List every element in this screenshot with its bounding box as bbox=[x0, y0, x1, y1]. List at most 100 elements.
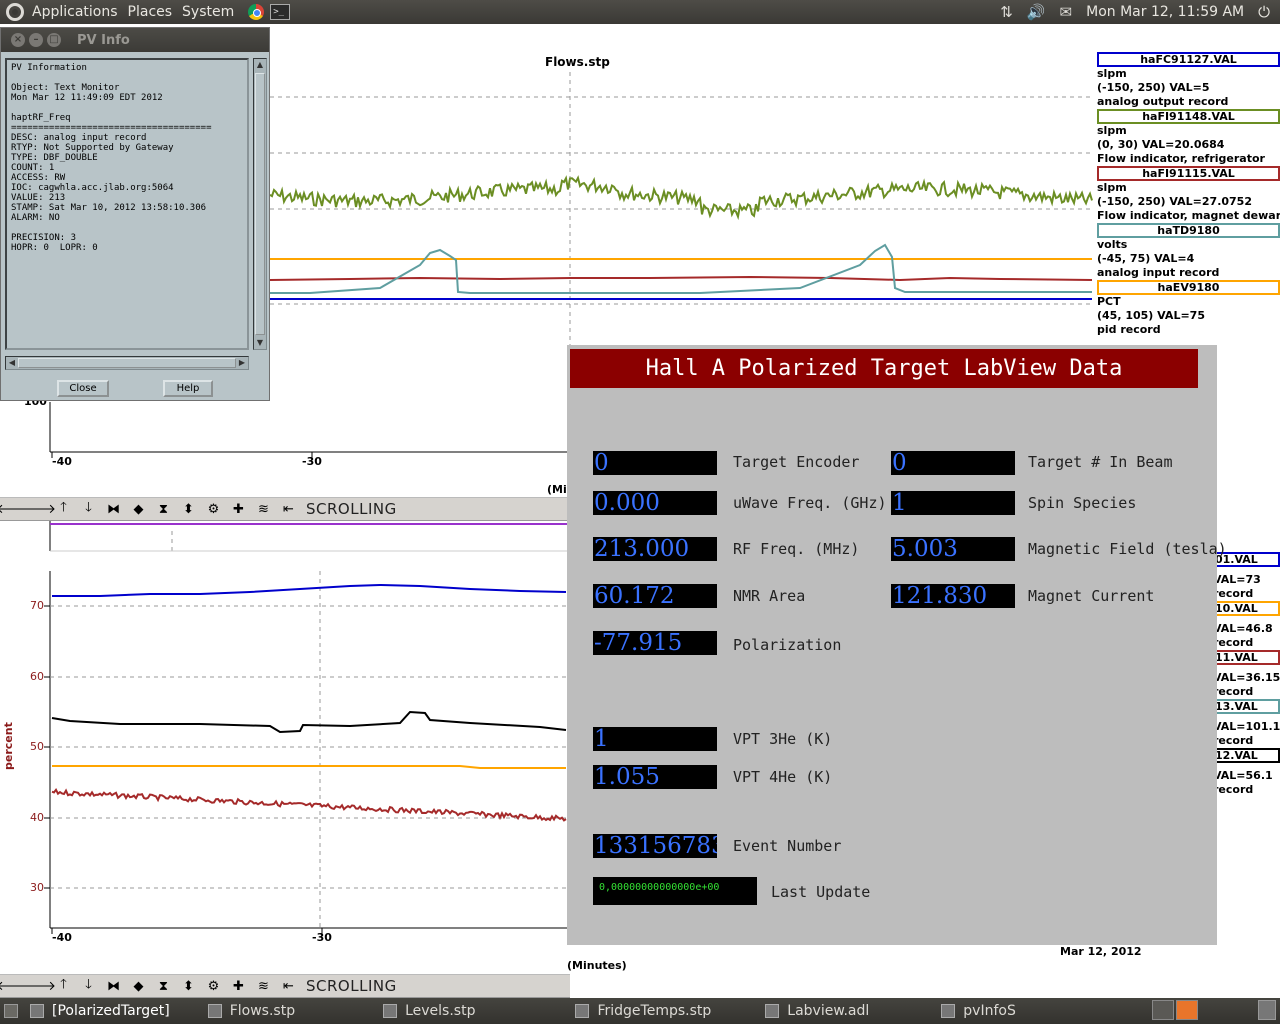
scroll-right-icon[interactable]: 🡒 bbox=[21, 499, 56, 519]
legend-entry[interactable]: haFI91148.VAL slpm (0, 30) VAL=20.0684 F… bbox=[1097, 109, 1280, 166]
legend-desc: Flow indicator, refrigerator bbox=[1097, 152, 1265, 165]
legend-entry[interactable]: 11.VAL VAL=36.1572 record bbox=[1213, 650, 1280, 699]
chromium-launcher-icon[interactable] bbox=[248, 4, 265, 20]
legend-name: 12.VAL bbox=[1213, 748, 1280, 763]
crosshair-icon[interactable]: ✚ bbox=[227, 499, 250, 519]
legend-entry[interactable]: 13.VAL VAL=101.1 record bbox=[1213, 699, 1280, 748]
date-label: Mar 12, 2012 bbox=[1060, 945, 1142, 958]
y-axis-label: percent bbox=[2, 722, 15, 770]
scroll-up-icon[interactable]: 🡑 bbox=[52, 499, 75, 519]
workspace-switcher bbox=[1152, 1000, 1200, 1020]
terminal-launcher-icon[interactable]: >_ bbox=[270, 4, 291, 20]
zoom-in-y-icon[interactable]: ⧗ bbox=[152, 499, 175, 519]
workspace-2[interactable] bbox=[1176, 1000, 1198, 1020]
zoom-in-x-icon[interactable]: ⧓ bbox=[102, 976, 125, 996]
scroll-thumb[interactable] bbox=[255, 73, 265, 335]
scroll-down-icon[interactable]: 🡓 bbox=[77, 976, 100, 996]
legend-desc: analog output record bbox=[1097, 95, 1229, 108]
config-icon[interactable]: ⚙ bbox=[202, 499, 225, 519]
vpt-4he-label: VPT 4He (K) bbox=[733, 768, 833, 786]
pv-info-titlebar[interactable]: × – □ PV Info bbox=[1, 28, 269, 52]
ubuntu-logo-icon[interactable] bbox=[6, 3, 24, 21]
autoscale-icon[interactable]: ≋ bbox=[252, 499, 275, 519]
show-desktop-icon[interactable] bbox=[4, 1004, 18, 1018]
scroll-thumb[interactable] bbox=[18, 358, 236, 368]
power-icon[interactable]: ⏻ bbox=[1258, 3, 1270, 21]
scroll-down-arrow-icon[interactable]: ▼ bbox=[255, 337, 265, 349]
task-polarized-target[interactable]: [PolarizedTarget] bbox=[30, 998, 180, 1024]
system-tray: ⇅ 🔊 ✉ Mon Mar 12, 11:59 AM ⏻ bbox=[1000, 0, 1280, 24]
legend-entry[interactable]: 10.VAL VAL=46.8 record bbox=[1213, 601, 1280, 650]
system-menu[interactable]: System bbox=[182, 4, 234, 20]
legend-unit: slpm bbox=[1097, 67, 1127, 80]
task-label: Labview.adl bbox=[787, 1003, 870, 1019]
scroll-left-arrow-icon[interactable]: ◀ bbox=[6, 357, 18, 369]
close-window-icon[interactable]: × bbox=[11, 33, 25, 47]
applications-menu[interactable]: Applications bbox=[32, 4, 118, 20]
legend-value: VAL=56.1 bbox=[1213, 769, 1273, 782]
polarization-label: Polarization bbox=[733, 636, 842, 654]
volume-icon[interactable]: 🔊 bbox=[1027, 3, 1046, 21]
scroll-right-icon[interactable]: 🡒 bbox=[21, 976, 56, 996]
legend-entry[interactable]: haFI91115.VAL slpm (-150, 250) VAL=27.07… bbox=[1097, 166, 1280, 223]
pv-info-text[interactable]: PV Information Object: Text Monitor Mon … bbox=[5, 58, 249, 350]
places-menu[interactable]: Places bbox=[128, 4, 173, 20]
bottom-taskbar: [PolarizedTarget] Flows.stp Levels.stp F… bbox=[0, 998, 1280, 1024]
legend-range: (-45, 75) VAL=4 bbox=[1097, 252, 1195, 265]
scroll-right-arrow-icon[interactable]: ▶ bbox=[236, 357, 248, 369]
legend-range: (0, 30) VAL=20.0684 bbox=[1097, 138, 1225, 151]
target-encoder-label: Target Encoder bbox=[733, 453, 860, 471]
autoscale-icon[interactable]: ≋ bbox=[252, 976, 275, 996]
x-tick-label: -40 bbox=[52, 455, 72, 468]
legend-entry[interactable]: 12.VAL VAL=56.1 record bbox=[1213, 748, 1280, 797]
zoom-out-x-icon[interactable]: ◆ bbox=[127, 976, 150, 996]
task-label: Flows.stp bbox=[229, 1003, 296, 1019]
legend-name: 11.VAL bbox=[1213, 650, 1280, 665]
clock[interactable]: Mon Mar 12, 11:59 AM bbox=[1086, 4, 1244, 20]
zoom-out-x-icon[interactable]: ◆ bbox=[127, 499, 150, 519]
crosshair-icon[interactable]: ✚ bbox=[227, 976, 250, 996]
uwave-freq-value: 0.000 bbox=[593, 491, 717, 515]
legend-value: VAL=36.1572 bbox=[1213, 671, 1280, 684]
close-button[interactable]: Close bbox=[57, 380, 109, 397]
task-pvinfo[interactable]: pvInfoS bbox=[941, 998, 1026, 1024]
task-label: pvInfoS bbox=[963, 1003, 1016, 1019]
window-icon bbox=[30, 1004, 44, 1018]
trash-icon[interactable] bbox=[1258, 1000, 1276, 1020]
config-icon[interactable]: ⚙ bbox=[202, 976, 225, 996]
legend-entry[interactable]: haFC91127.VAL slpm (-150, 250) VAL=5 ana… bbox=[1097, 52, 1280, 109]
task-fridge-temps[interactable]: FridgeTemps.stp bbox=[575, 998, 721, 1024]
scroll-up-arrow-icon[interactable]: ▲ bbox=[255, 59, 265, 71]
zoom-in-y-icon[interactable]: ⧗ bbox=[152, 976, 175, 996]
task-labview[interactable]: Labview.adl bbox=[765, 998, 879, 1024]
scroll-down-icon[interactable]: 🡓 bbox=[77, 499, 100, 519]
pv-info-hscrollbar[interactable]: ◀ ▶ bbox=[5, 356, 249, 370]
window-icon bbox=[207, 1004, 222, 1018]
legend-entry[interactable]: 01.VAL VAL=73 record bbox=[1213, 552, 1280, 601]
labview-panel: Hall A Polarized Target LabView Data 0 T… bbox=[567, 345, 1227, 945]
workspace-1[interactable] bbox=[1152, 1000, 1174, 1020]
zoom-out-y-icon[interactable]: ⬍ bbox=[177, 499, 200, 519]
mail-icon[interactable]: ✉ bbox=[1060, 3, 1073, 21]
scroll-up-icon[interactable]: 🡑 bbox=[52, 976, 75, 996]
pv-info-vscrollbar[interactable]: ▲ ▼ bbox=[253, 58, 267, 350]
help-button[interactable]: Help bbox=[163, 380, 213, 397]
legend-entry[interactable]: haEV9180 PCT (45, 105) VAL=75 pid record bbox=[1097, 280, 1280, 337]
legend-entry[interactable]: haTD9180 volts (-45, 75) VAL=4 analog in… bbox=[1097, 223, 1280, 280]
jump-to-end-icon[interactable]: ⇤ bbox=[277, 976, 300, 996]
legend-unit: PCT bbox=[1097, 295, 1121, 308]
zoom-in-x-icon[interactable]: ⧓ bbox=[102, 499, 125, 519]
window-icon bbox=[575, 1004, 590, 1018]
magnet-current-value: 121.830 bbox=[891, 584, 1015, 608]
minimize-window-icon[interactable]: – bbox=[29, 33, 43, 47]
task-levels[interactable]: Levels.stp bbox=[383, 998, 485, 1024]
flows-toolbar: 🡐 🡒 🡑 🡓 ⧓ ◆ ⧗ ⬍ ⚙ ✚ ≋ ⇤ SCROLLING bbox=[0, 497, 570, 521]
network-icon[interactable]: ⇅ bbox=[1000, 3, 1013, 21]
task-flows[interactable]: Flows.stp bbox=[207, 998, 305, 1024]
target-in-beam-value: 0 bbox=[891, 451, 1015, 475]
zoom-out-y-icon[interactable]: ⬍ bbox=[177, 976, 200, 996]
event-number-label: Event Number bbox=[733, 837, 842, 855]
legend-value: VAL=101.1 bbox=[1213, 720, 1280, 733]
jump-to-end-icon[interactable]: ⇤ bbox=[277, 499, 300, 519]
maximize-window-icon[interactable]: □ bbox=[47, 33, 61, 47]
